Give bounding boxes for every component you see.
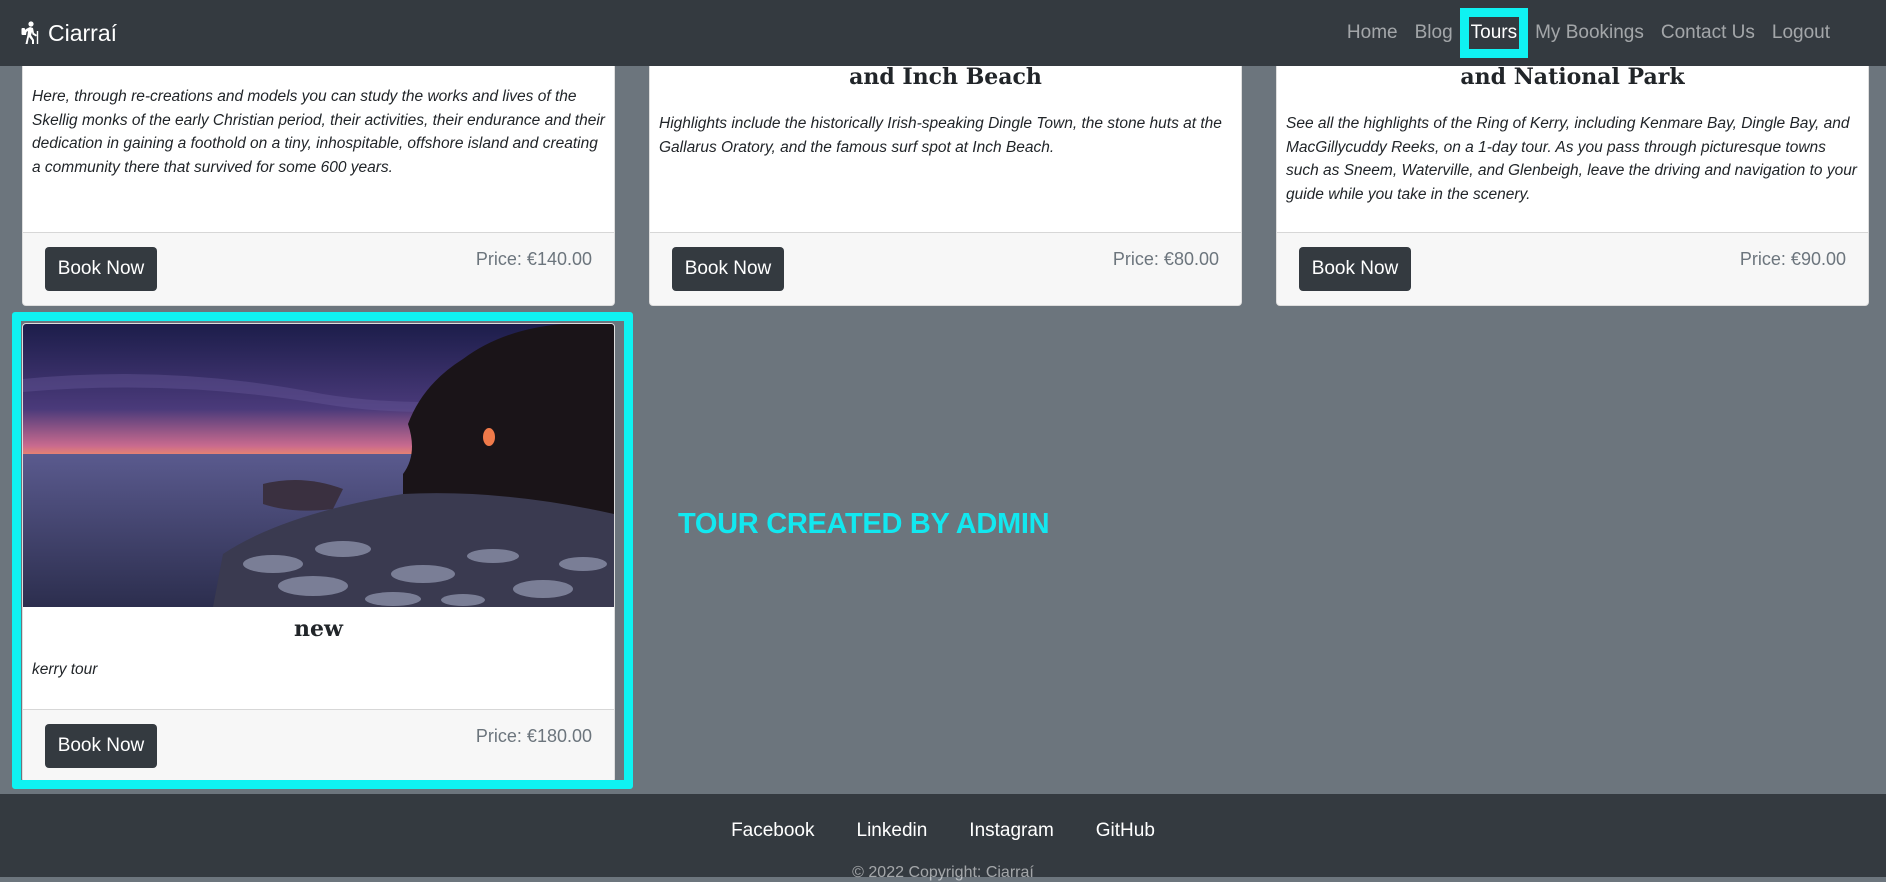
book-now-button[interactable]: Book Now (45, 247, 157, 291)
card-footer: Book Now Price: €90.00 (1277, 232, 1868, 305)
tour-title: and National Park (1460, 64, 1685, 90)
tour-price: Price: €140.00 (475, 249, 592, 269)
tour-description: See all the highlights of the Ring of Ke… (1286, 115, 1857, 203)
tour-card-ring-of-kerry: and National Park See all the highlights… (1276, 50, 1869, 306)
highlight-box (12, 312, 633, 789)
book-now-button[interactable]: Book Now (672, 247, 784, 291)
site-footer: Facebook Linkedin Instagram GitHub © 202… (0, 794, 1886, 881)
copyright-text: © 2022 Copyright: Ciarraí (852, 864, 1034, 881)
social-links: Facebook Linkedin Instagram GitHub (0, 820, 1886, 842)
brand-name: Ciarraí (48, 19, 118, 46)
tour-price: Price: €80.00 (1112, 249, 1219, 269)
nav-contact-us[interactable]: Contact Us (1661, 22, 1755, 44)
nav-blog[interactable]: Blog (1415, 22, 1453, 44)
instagram-link[interactable]: Instagram (969, 820, 1053, 842)
tour-description: Here, through re-creations and models yo… (32, 88, 605, 176)
linkedin-link[interactable]: Linkedin (857, 820, 928, 842)
card-footer: Book Now Price: €80.00 (650, 232, 1241, 305)
annotation-label: TOUR CREATED BY ADMIN (678, 508, 1050, 540)
navbar: Ciarraí Home Blog Tours My Bookings Cont… (0, 0, 1886, 66)
facebook-link[interactable]: Facebook (731, 820, 814, 842)
nav-tours[interactable]: Tours (1459, 8, 1529, 58)
tour-card-skellig: Here, through re-creations and models yo… (22, 50, 615, 306)
tour-title: and Inch Beach (849, 64, 1042, 90)
github-link[interactable]: GitHub (1096, 820, 1155, 842)
tour-card-dingle: and Inch Beach Highlights include the hi… (649, 50, 1242, 306)
hiking-person-icon (21, 21, 39, 44)
tour-price: Price: €90.00 (1739, 249, 1846, 269)
nav-home[interactable]: Home (1347, 22, 1398, 44)
brand-link[interactable]: Ciarraí (20, 15, 117, 51)
nav-my-bookings[interactable]: My Bookings (1535, 22, 1644, 44)
tour-description: Highlights include the historically Iris… (659, 115, 1222, 156)
card-footer: Book Now Price: €140.00 (23, 232, 614, 305)
nav-logout[interactable]: Logout (1772, 22, 1830, 44)
nav-links: Home Blog Tours My Bookings Contact Us L… (1330, 0, 1830, 66)
book-now-button[interactable]: Book Now (1299, 247, 1411, 291)
